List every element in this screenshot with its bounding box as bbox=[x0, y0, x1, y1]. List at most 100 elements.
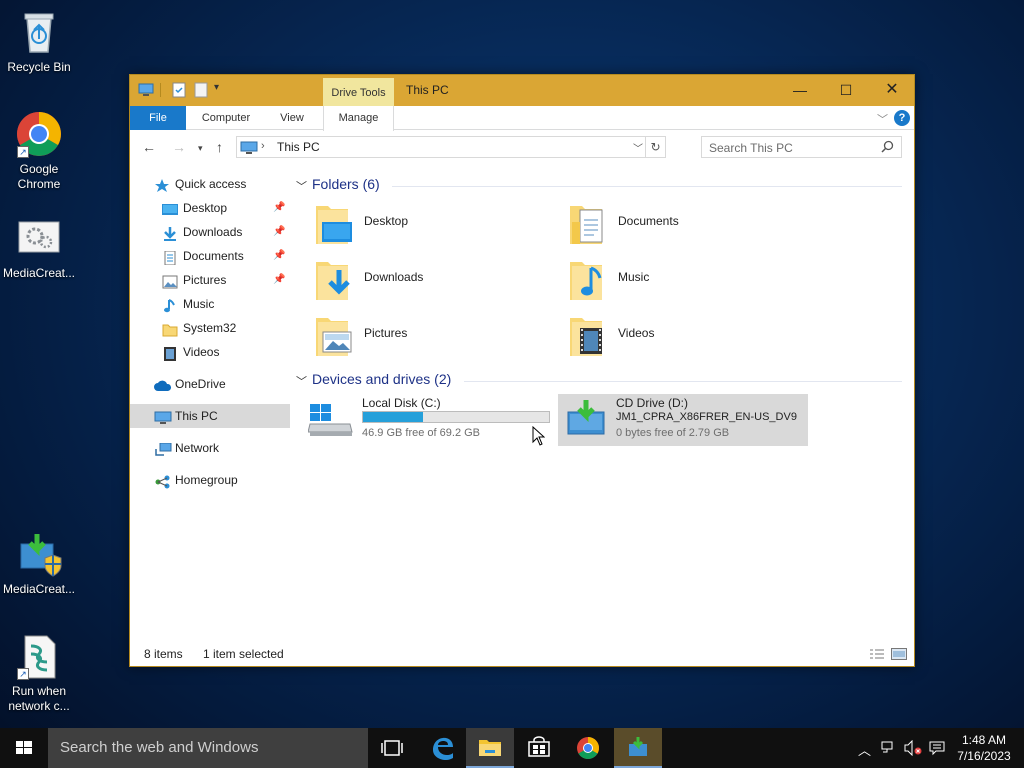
nav-downloads[interactable]: Downloads 📌 bbox=[130, 220, 290, 244]
drive-volume-label: JM1_CPRA_X86FRER_EN-US_DV9 bbox=[616, 411, 797, 423]
address-dropdown-icon[interactable]: ﹀ bbox=[633, 140, 643, 155]
nav-quick-access[interactable]: Quick access bbox=[130, 172, 290, 196]
close-button[interactable]: ✕ bbox=[869, 75, 915, 105]
desktop-icon-mediacreation-1[interactable]: MediaCreat... bbox=[1, 214, 77, 281]
windows-logo-icon bbox=[16, 741, 32, 754]
nav-pictures[interactable]: Pictures 📌 bbox=[130, 268, 290, 292]
desktop-icon-label: Run when network c... bbox=[8, 684, 70, 713]
desktop-icon-chrome[interactable]: ↗ Google Chrome bbox=[1, 110, 77, 192]
cd-drive-setup-icon bbox=[566, 400, 606, 439]
search-icon bbox=[881, 140, 894, 156]
this-pc-icon bbox=[240, 141, 258, 158]
clock-date: 7/16/2023 bbox=[957, 749, 1011, 763]
search-box[interactable]: Search This PC bbox=[701, 136, 902, 158]
nav-homegroup[interactable]: Homegroup bbox=[130, 468, 290, 492]
nav-videos[interactable]: Videos bbox=[130, 340, 290, 364]
disk-usage-bar bbox=[362, 411, 550, 423]
nav-system32[interactable]: System32 bbox=[130, 316, 290, 340]
devices-group-header[interactable]: ﹀ Devices and drives (2) bbox=[296, 371, 908, 391]
mouse-cursor-icon bbox=[532, 425, 546, 449]
refresh-button[interactable]: ↻ bbox=[645, 137, 665, 157]
search-placeholder: Search This PC bbox=[709, 141, 793, 155]
folder-desktop[interactable]: Desktop bbox=[298, 198, 538, 250]
nav-onedrive[interactable]: OneDrive bbox=[130, 372, 290, 396]
nav-label: Quick access bbox=[175, 177, 247, 191]
download-arrow-icon bbox=[162, 225, 178, 241]
maximize-button[interactable]: ☐ bbox=[823, 75, 869, 105]
desktop-icon-recycle-bin[interactable]: Recycle Bin bbox=[1, 8, 77, 75]
nav-label: Network bbox=[175, 441, 220, 455]
desktop-icon-run-when-network[interactable]: ↗ Run when network c... bbox=[1, 632, 77, 714]
drive-cd-d[interactable]: CD Drive (D:) JM1_CPRA_X86FRER_EN-US_DV9… bbox=[558, 394, 808, 446]
breadcrumb-chevron-icon[interactable]: › bbox=[261, 140, 265, 152]
forward-button[interactable]: → bbox=[172, 139, 186, 155]
chrome-icon bbox=[577, 737, 599, 759]
documents-folder-icon bbox=[566, 202, 606, 246]
large-icons-view-icon[interactable] bbox=[891, 648, 907, 660]
taskbar-media-creation-tool[interactable] bbox=[614, 728, 662, 768]
this-pc-icon bbox=[154, 409, 172, 424]
desktop-folder-icon bbox=[312, 202, 352, 246]
details-view-icon[interactable] bbox=[869, 648, 885, 660]
action-center-icon[interactable] bbox=[929, 740, 945, 768]
recent-locations-button[interactable]: ▾ bbox=[198, 143, 203, 154]
chrome-icon: ↗ bbox=[15, 110, 63, 158]
taskbar-search-box[interactable]: Search the web and Windows bbox=[48, 728, 368, 768]
nav-network[interactable]: Network bbox=[130, 436, 290, 460]
network-icon bbox=[154, 441, 172, 456]
drive-local-disk-c[interactable]: Local Disk (C:) 46.9 GB free of 69.2 GB bbox=[304, 394, 554, 446]
hard-drive-icon bbox=[307, 402, 354, 441]
start-button[interactable] bbox=[0, 728, 48, 768]
nav-desktop[interactable]: Desktop 📌 bbox=[130, 196, 290, 220]
nav-music[interactable]: Music bbox=[130, 292, 290, 316]
folder-documents[interactable]: Documents bbox=[552, 198, 792, 250]
maximize-icon: ☐ bbox=[839, 82, 853, 98]
taskbar-chrome[interactable] bbox=[564, 728, 612, 768]
title-bar: ▾ Drive Tools This PC — ☐ ✕ bbox=[130, 75, 914, 106]
show-hidden-icons-button[interactable]: ︿ bbox=[858, 740, 871, 768]
folder-icon bbox=[162, 321, 178, 337]
clock[interactable]: 1:48 AM 7/16/2023 bbox=[952, 732, 1016, 764]
nav-label: System32 bbox=[183, 321, 237, 335]
folders-group-header[interactable]: ﹀ Folders (6) bbox=[296, 176, 908, 196]
clock-time: 1:48 AM bbox=[961, 733, 1007, 747]
folder-downloads[interactable]: Downloads bbox=[298, 254, 538, 306]
tab-manage[interactable]: Manage bbox=[323, 106, 394, 131]
help-button[interactable]: ? bbox=[894, 110, 910, 126]
up-button[interactable]: ↑ bbox=[216, 139, 223, 155]
pin-icon[interactable]: 📌 bbox=[273, 244, 285, 268]
pin-icon[interactable]: 📌 bbox=[273, 220, 285, 244]
chevron-down-icon: ﹀ bbox=[296, 181, 307, 193]
taskbar-file-explorer[interactable] bbox=[466, 728, 514, 768]
customize-quick-access-icon[interactable]: ▾ bbox=[214, 82, 219, 98]
task-view-icon bbox=[381, 740, 403, 756]
nav-documents[interactable]: Documents 📌 bbox=[130, 244, 290, 268]
address-bar[interactable]: › This PC ﹀ ↻ bbox=[236, 136, 666, 158]
tab-view[interactable]: View bbox=[268, 106, 316, 130]
group-title: Folders (6) bbox=[312, 176, 380, 192]
new-folder-icon[interactable] bbox=[194, 82, 208, 98]
taskbar-store[interactable] bbox=[515, 728, 563, 768]
breadcrumb-this-pc[interactable]: This PC bbox=[277, 140, 320, 154]
task-view-button[interactable] bbox=[368, 728, 416, 768]
pin-icon[interactable]: 📌 bbox=[273, 196, 285, 220]
nav-this-pc[interactable]: This PC bbox=[130, 404, 290, 428]
network-status-icon[interactable] bbox=[880, 740, 896, 768]
music-note-icon bbox=[162, 297, 178, 313]
folder-pictures[interactable]: Pictures bbox=[298, 310, 538, 362]
drive-name: Local Disk (C:) bbox=[362, 396, 441, 410]
tab-computer[interactable]: Computer bbox=[190, 106, 262, 130]
taskbar-edge[interactable] bbox=[418, 728, 466, 768]
volume-muted-icon[interactable] bbox=[904, 739, 922, 768]
pin-icon[interactable]: 📌 bbox=[273, 268, 285, 292]
desktop-icon-mediacreation-2[interactable]: MediaCreat... bbox=[1, 530, 77, 597]
back-button[interactable]: ← bbox=[142, 139, 156, 155]
folder-videos[interactable]: Videos bbox=[552, 310, 792, 362]
drive-tools-context-tab[interactable]: Drive Tools bbox=[323, 78, 394, 106]
ribbon-tabs: File Computer View Manage ﹀ ? bbox=[130, 106, 914, 131]
folder-music[interactable]: Music bbox=[552, 254, 792, 306]
minimize-button[interactable]: — bbox=[777, 75, 823, 105]
tab-file[interactable]: File bbox=[130, 106, 186, 130]
properties-icon[interactable] bbox=[172, 82, 186, 98]
expand-ribbon-icon[interactable]: ﹀ bbox=[877, 111, 888, 127]
